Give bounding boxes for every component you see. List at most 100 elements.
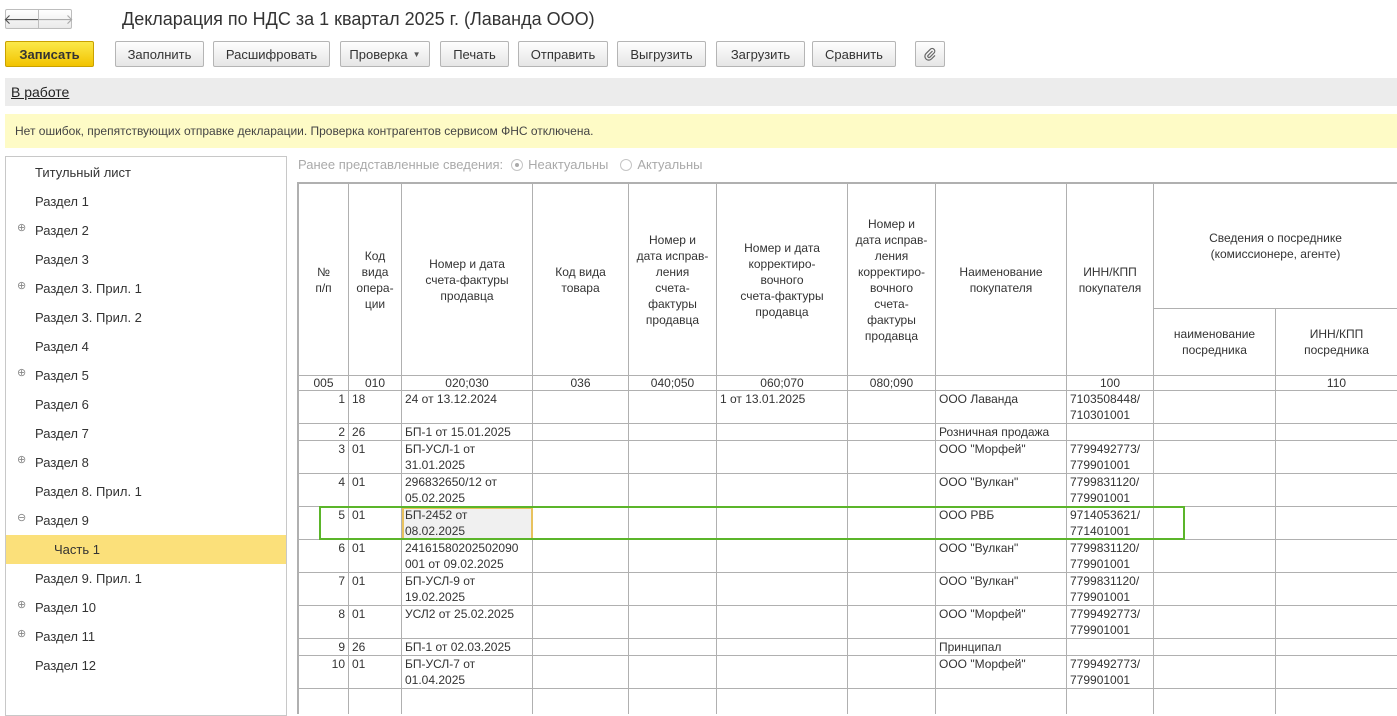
- cell-goods-code[interactable]: [533, 639, 629, 656]
- cell-corr-invoice[interactable]: [717, 656, 848, 689]
- cell-num[interactable]: 9: [299, 639, 349, 656]
- col-header-invoice[interactable]: Номер и дата счета-фактуры продавца: [402, 184, 533, 376]
- cell-buyer-inn[interactable]: 7103508448/ 710301001: [1067, 391, 1154, 424]
- cell-corr-invoice[interactable]: 1 от 13.01.2025: [717, 391, 848, 424]
- cell-corr-invoice[interactable]: [717, 424, 848, 441]
- cell-buyer-inn[interactable]: 7799492773/ 779901001: [1067, 441, 1154, 474]
- cell-invoice[interactable]: БП-2452 от 08.02.2025: [402, 507, 533, 540]
- cell-corr-fix[interactable]: [848, 391, 936, 424]
- sidebar-item[interactable]: Раздел 12: [6, 651, 286, 680]
- attach-button[interactable]: [915, 41, 945, 67]
- check-dropdown-button[interactable]: Проверка ▼: [340, 41, 430, 67]
- cell-agent-name[interactable]: [1154, 391, 1276, 424]
- expand-icon[interactable]: ⊕: [17, 629, 27, 639]
- cell-goods-code[interactable]: [533, 540, 629, 573]
- collapse-icon[interactable]: ⊖: [17, 513, 27, 523]
- cell-op-code[interactable]: 01: [349, 573, 402, 606]
- cell-goods-code[interactable]: [533, 656, 629, 689]
- cell-invoice[interactable]: 24161580202502090 001 от 09.02.2025: [402, 540, 533, 573]
- cell-agent-name[interactable]: [1154, 639, 1276, 656]
- cell-invoice[interactable]: 296832650/12 от 05.02.2025: [402, 474, 533, 507]
- cell-buyer-inn[interactable]: 9714053621/ 771401001: [1067, 507, 1154, 540]
- sidebar-item[interactable]: Раздел 9. Прил. 1: [6, 564, 286, 593]
- cell-agent-name[interactable]: [1154, 540, 1276, 573]
- col-header-buyer[interactable]: Наименование покупателя: [936, 184, 1067, 376]
- cell-op-code[interactable]: 01: [349, 606, 402, 639]
- table-row[interactable]: 401296832650/12 от 05.02.2025ООО "Вулкан…: [299, 474, 1397, 507]
- cell-num[interactable]: 3: [299, 441, 349, 474]
- cell-corr-invoice[interactable]: [717, 573, 848, 606]
- cell-invoice[interactable]: БП-УСЛ-7 от 01.04.2025: [402, 656, 533, 689]
- cell-op-code[interactable]: 01: [349, 507, 402, 540]
- sidebar-item[interactable]: ⊕Раздел 11: [6, 622, 286, 651]
- radio-not-actual[interactable]: [511, 159, 523, 171]
- cell-num[interactable]: 4: [299, 474, 349, 507]
- cell-buyer[interactable]: Принципал: [936, 639, 1067, 656]
- sidebar-item[interactable]: Раздел 1: [6, 187, 286, 216]
- cell-op-code[interactable]: 26: [349, 639, 402, 656]
- sidebar-item[interactable]: Раздел 4: [6, 332, 286, 361]
- cell-buyer[interactable]: ООО Лаванда: [936, 391, 1067, 424]
- cell-invoice[interactable]: БП-1 от 15.01.2025: [402, 424, 533, 441]
- export-button[interactable]: Выгрузить: [617, 41, 706, 67]
- cell-invoice-fix[interactable]: [629, 391, 717, 424]
- expand-icon[interactable]: ⊕: [17, 223, 27, 233]
- cell-goods-code[interactable]: [533, 474, 629, 507]
- cell-corr-invoice[interactable]: [717, 507, 848, 540]
- table-row[interactable]: 11824 от 13.12.20241 от 13.01.2025ООО Ла…: [299, 391, 1397, 424]
- cell-agent-inn[interactable]: [1276, 656, 1397, 689]
- cell-agent-inn[interactable]: [1276, 474, 1397, 507]
- cell-buyer-inn[interactable]: 7799831120/ 779901001: [1067, 573, 1154, 606]
- sidebar-item[interactable]: ⊕Раздел 3. Прил. 1: [6, 274, 286, 303]
- cell-num[interactable]: 1: [299, 391, 349, 424]
- sidebar-item[interactable]: Титульный лист: [6, 158, 286, 187]
- table-row[interactable]: 60124161580202502090 001 от 09.02.2025ОО…: [299, 540, 1397, 573]
- forward-button[interactable]: 🡒: [38, 9, 72, 29]
- cell-agent-inn[interactable]: [1276, 606, 1397, 639]
- cell-op-code[interactable]: 01: [349, 441, 402, 474]
- status-link[interactable]: В работе: [11, 84, 69, 100]
- send-button[interactable]: Отправить: [518, 41, 608, 67]
- cell-buyer[interactable]: ООО "Морфей": [936, 441, 1067, 474]
- compare-button[interactable]: Сравнить: [812, 41, 896, 67]
- sidebar-item[interactable]: Раздел 7: [6, 419, 286, 448]
- cell-agent-inn[interactable]: [1276, 424, 1397, 441]
- cell-corr-fix[interactable]: [848, 573, 936, 606]
- cell-invoice[interactable]: 24 от 13.12.2024: [402, 391, 533, 424]
- cell-goods-code[interactable]: [533, 606, 629, 639]
- cell-invoice-fix[interactable]: [629, 540, 717, 573]
- sidebar-item[interactable]: Раздел 3: [6, 245, 286, 274]
- cell-num[interactable]: 6: [299, 540, 349, 573]
- cell-goods-code[interactable]: [533, 391, 629, 424]
- cell-corr-fix[interactable]: [848, 474, 936, 507]
- table-row[interactable]: 926БП-1 от 02.03.2025Принципал: [299, 639, 1397, 656]
- radio-actual[interactable]: [620, 159, 632, 171]
- cell-buyer[interactable]: ООО РВБ: [936, 507, 1067, 540]
- print-button[interactable]: Печать: [440, 41, 509, 67]
- sidebar-item[interactable]: Раздел 6: [6, 390, 286, 419]
- import-button[interactable]: Загрузить: [716, 41, 805, 67]
- cell-corr-invoice[interactable]: [717, 474, 848, 507]
- col-header-agent-name[interactable]: наименование посредника: [1154, 309, 1276, 376]
- cell-agent-inn[interactable]: [1276, 391, 1397, 424]
- cell-corr-invoice[interactable]: [717, 639, 848, 656]
- cell-agent-inn[interactable]: [1276, 441, 1397, 474]
- cell-buyer-inn[interactable]: 7799831120/ 779901001: [1067, 474, 1154, 507]
- decode-button[interactable]: Расшифровать: [213, 41, 330, 67]
- cell-agent-name[interactable]: [1154, 507, 1276, 540]
- cell-corr-invoice[interactable]: [717, 441, 848, 474]
- sidebar-item[interactable]: ⊕Раздел 5: [6, 361, 286, 390]
- table-row[interactable]: 226БП-1 от 15.01.2025Розничная продажа: [299, 424, 1397, 441]
- cell-corr-fix[interactable]: [848, 507, 936, 540]
- col-header-invoice-fix[interactable]: Номер и дата исправ- ления счета- фактур…: [629, 184, 717, 376]
- cell-agent-inn[interactable]: [1276, 573, 1397, 606]
- cell-buyer[interactable]: ООО "Морфей": [936, 606, 1067, 639]
- cell-invoice-fix[interactable]: [629, 441, 717, 474]
- cell-corr-fix[interactable]: [848, 639, 936, 656]
- cell-corr-invoice[interactable]: [717, 540, 848, 573]
- cell-invoice-fix[interactable]: [629, 424, 717, 441]
- cell-agent-name[interactable]: [1154, 573, 1276, 606]
- cell-buyer-inn[interactable]: [1067, 424, 1154, 441]
- cell-buyer[interactable]: ООО "Вулкан": [936, 573, 1067, 606]
- cell-op-code[interactable]: 01: [349, 540, 402, 573]
